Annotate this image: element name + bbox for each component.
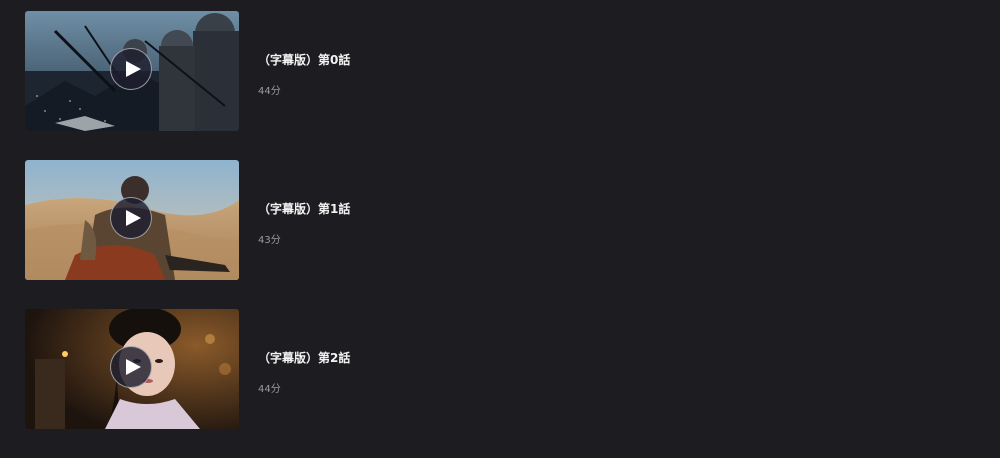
- episode-info: （字幕版）第0話 44分: [258, 11, 350, 98]
- episode-duration: 43分: [258, 235, 281, 246]
- episode-item[interactable]: （字幕版）第1話 43分: [25, 160, 985, 280]
- episode-thumbnail[interactable]: [25, 11, 239, 131]
- episode-duration: 44分: [258, 86, 281, 97]
- episode-thumbnail[interactable]: [25, 160, 239, 280]
- episode-item[interactable]: （字幕版）第2話 44分: [25, 309, 985, 429]
- play-icon: [125, 359, 141, 375]
- play-button[interactable]: [110, 197, 152, 239]
- play-button[interactable]: [110, 346, 152, 388]
- episode-info: （字幕版）第1話 43分: [258, 160, 350, 247]
- play-icon: [125, 61, 141, 77]
- play-button[interactable]: [110, 48, 152, 90]
- episode-thumbnail[interactable]: [25, 309, 239, 429]
- episode-duration: 44分: [258, 384, 281, 395]
- episode-title[interactable]: （字幕版）第0話: [258, 53, 350, 67]
- episode-title[interactable]: （字幕版）第1話: [258, 202, 350, 216]
- play-icon: [125, 210, 141, 226]
- episode-item[interactable]: （字幕版）第0話 44分: [25, 11, 985, 131]
- episode-title[interactable]: （字幕版）第2話: [258, 351, 350, 365]
- episode-info: （字幕版）第2話 44分: [258, 309, 350, 396]
- episode-list: （字幕版）第0話 44分 （字幕版）第1話 43分 （字幕版）第2話 44分: [25, 11, 985, 458]
